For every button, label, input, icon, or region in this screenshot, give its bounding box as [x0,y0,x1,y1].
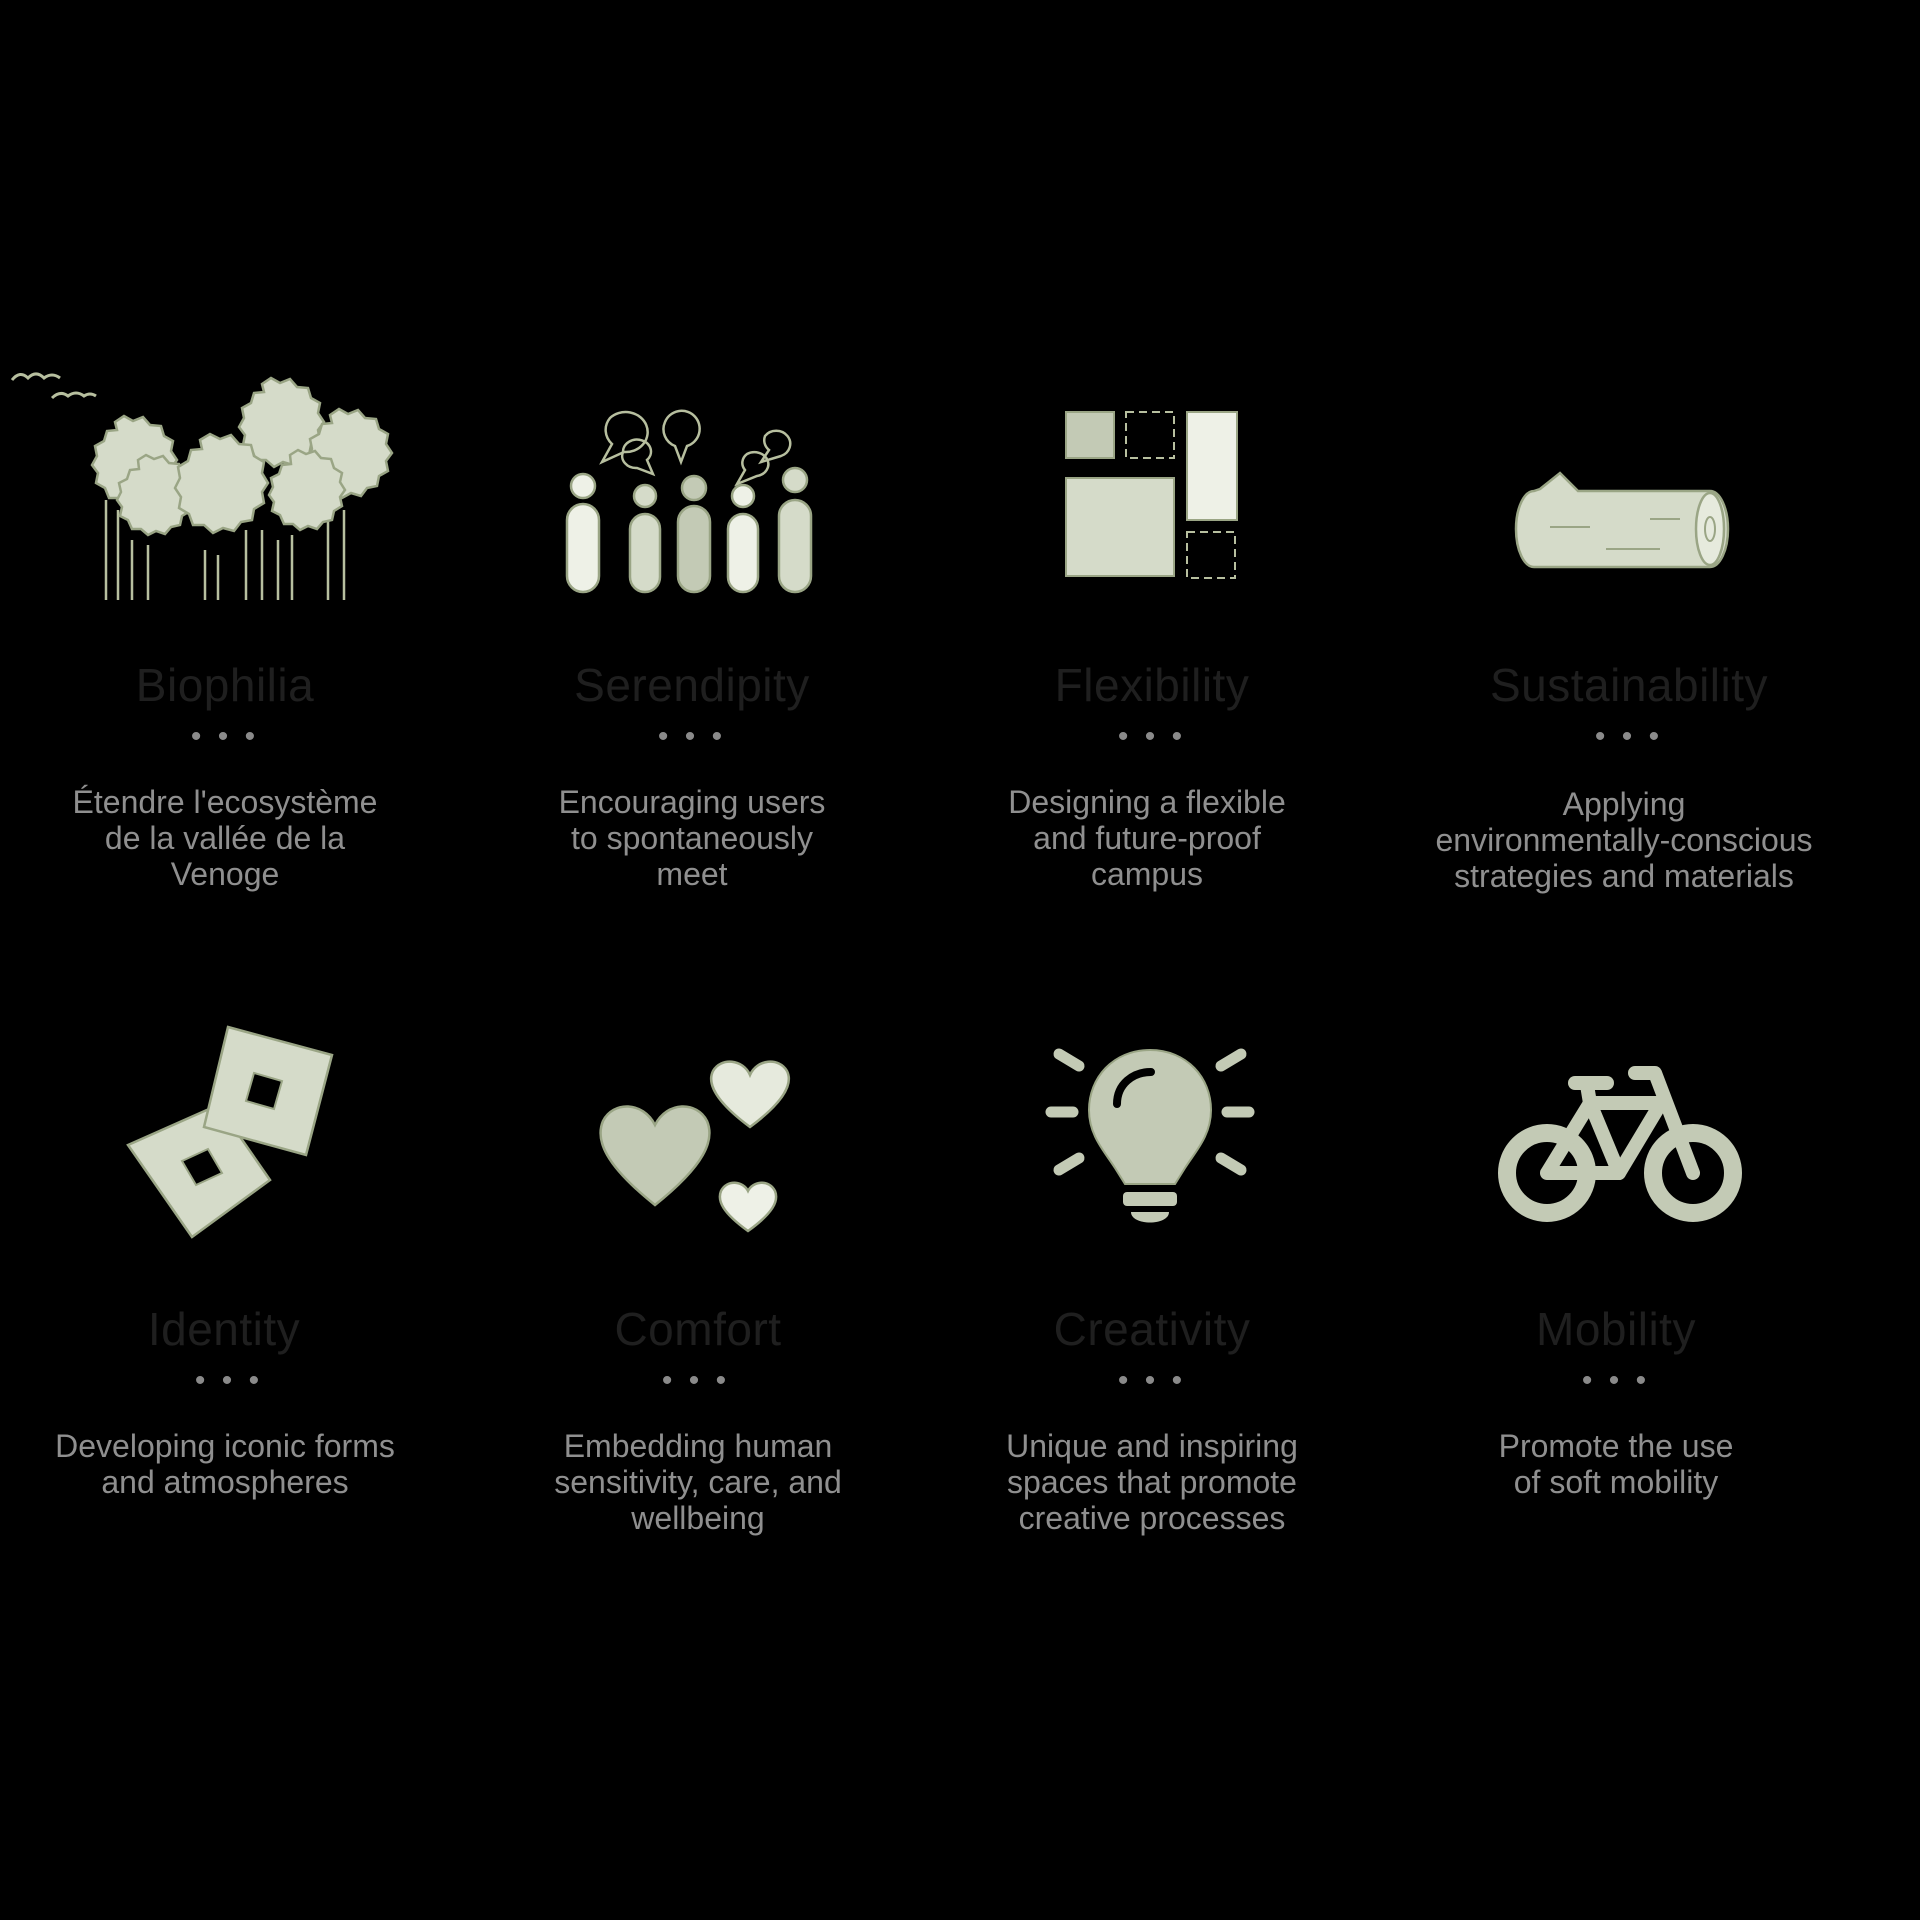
flexibility-title: Flexibility [1054,659,1250,711]
biophilia-separator: • • • [190,720,260,753]
comfort-description: Embedding human sensitivity, care, and w… [554,1428,842,1536]
mobility-separator: • • • [1581,1364,1651,1397]
sustainability-separator: • • • [1594,720,1664,753]
modular-blocks-icon [1065,411,1238,579]
identity-title: Identity [147,1303,301,1355]
identity-description: Developing iconic forms and atmospheres [55,1428,395,1500]
mobility-description: Promote the use of soft mobility [1498,1428,1734,1500]
biophilia-title: Biophilia [135,659,315,711]
creativity-description: Unique and inspiring spaces that promote… [1006,1428,1298,1536]
sustainability-title: Sustainability [1489,659,1769,711]
creativity-title: Creativity [1053,1303,1251,1355]
log-icon [1514,471,1730,569]
lightbulb-icon [1045,1048,1255,1223]
trees-icon [10,372,394,600]
serendipity-title: Serendipity [574,659,810,711]
people-speech-icon [565,409,813,594]
comfort-title: Comfort [614,1303,782,1355]
comfort-separator: • • • [661,1364,731,1397]
hearts-icon [599,1060,791,1233]
serendipity-separator: • • • [657,720,727,753]
tilted-squares-icon [126,1025,334,1239]
mobility-title: Mobility [1536,1303,1696,1355]
identity-separator: • • • [194,1364,264,1397]
bicycle-icon [1498,1066,1742,1222]
biophilia-description: Étendre l'ecosystème de la vallée de la … [72,784,378,892]
flexibility-description: Designing a flexible and future-proof ca… [1008,784,1286,892]
flexibility-separator: • • • [1117,720,1187,753]
serendipity-description: Encouraging users to spontaneously meet [558,784,826,892]
sustainability-description: Applying environmentally-conscious strat… [1435,786,1813,894]
creativity-separator: • • • [1117,1364,1187,1397]
